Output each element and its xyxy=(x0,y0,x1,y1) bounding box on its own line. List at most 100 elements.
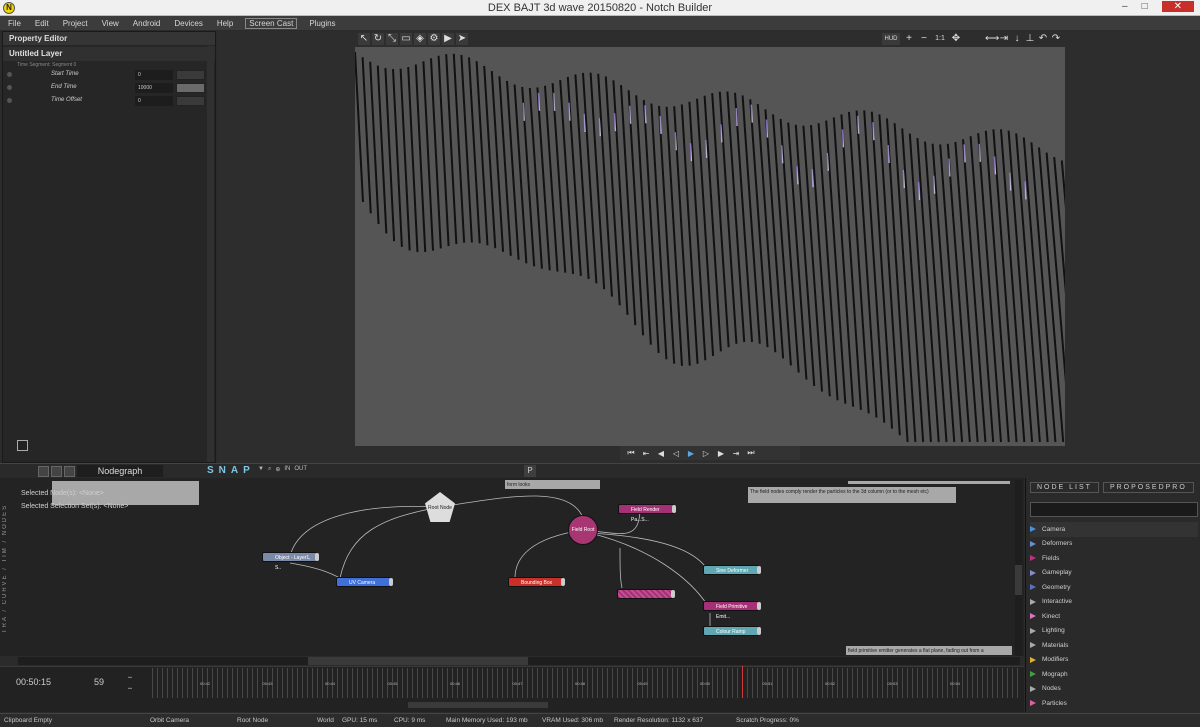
align-icon[interactable]: ⇥ xyxy=(998,33,1010,45)
menu-screen-cast[interactable]: Screen Cast xyxy=(245,17,298,29)
zoom-out-button[interactable]: − xyxy=(918,33,930,45)
move-tool-icon[interactable]: ↖ xyxy=(358,33,370,45)
node-category-fields[interactable]: Fields xyxy=(1030,551,1198,566)
copy-icon[interactable] xyxy=(38,466,49,477)
node-category-camera[interactable]: Camera xyxy=(1030,522,1198,537)
root-node-label: Root Node xyxy=(428,505,452,511)
keyframe-icon[interactable] xyxy=(7,85,12,90)
node-bounding-box[interactable]: Bounding Box xyxy=(508,577,565,587)
go-end-icon[interactable]: ⏭ xyxy=(745,448,757,458)
tab-proposed[interactable]: PROPOSEDPRO xyxy=(1102,482,1194,493)
search-icon[interactable]: ⌕ xyxy=(268,466,271,473)
menu-devices[interactable]: Devices xyxy=(172,18,204,29)
scroll-thumb[interactable] xyxy=(1015,565,1022,595)
keyframe-icon[interactable] xyxy=(7,98,12,103)
menu-project[interactable]: Project xyxy=(61,18,90,29)
zoom-in-button[interactable]: + xyxy=(903,33,915,45)
menu-view[interactable]: View xyxy=(100,18,121,29)
panel-toggle-icon[interactable] xyxy=(17,440,28,451)
snap-toggle[interactable]: SNAP xyxy=(207,465,255,476)
step-forward-icon[interactable]: ▷ xyxy=(700,449,712,458)
paste-icon[interactable] xyxy=(51,466,62,477)
zoom-icon[interactable]: ⊕ xyxy=(275,466,280,473)
comment-box[interactable]: field primitive emitter generates a flat… xyxy=(846,646,1012,655)
node-category-kinect[interactable]: Kinect xyxy=(1030,609,1198,624)
node-field-primitive-emitter[interactable]: Field Primitive Emit... xyxy=(703,601,761,620)
node-uv-camera[interactable]: UV Camera xyxy=(336,577,393,587)
time-offset-field[interactable]: 0 xyxy=(135,96,173,106)
prop-label: Time Offset xyxy=(51,97,82,103)
zoom-reset-button[interactable]: 1:1 xyxy=(933,33,947,45)
vertical-panel-tabs[interactable]: TRA / CURVE / TIM / NODES xyxy=(2,482,15,654)
forward-icon[interactable]: ▶ xyxy=(715,449,727,458)
node-category-materials[interactable]: Materials xyxy=(1030,638,1198,653)
minimize-button[interactable]: – xyxy=(1122,1,1128,12)
play-tool-icon[interactable]: ▶ xyxy=(442,33,454,45)
end-time-field[interactable]: 10000 xyxy=(135,83,173,93)
start-time-field[interactable]: 0 xyxy=(135,70,173,80)
property-editor-header[interactable]: Property Editor xyxy=(3,32,215,45)
pin-button[interactable]: P xyxy=(524,465,536,477)
pan-icon[interactable]: ✥ xyxy=(950,33,962,45)
step-back-icon[interactable]: ◀ xyxy=(655,449,667,458)
step-back-key-icon[interactable]: ⇤ xyxy=(640,449,652,458)
hud-toggle[interactable]: HUD xyxy=(882,33,900,45)
nodegraph-hscrollbar[interactable] xyxy=(18,657,1020,665)
redo-icon[interactable]: ↷ xyxy=(1050,33,1062,45)
node-sine-deformer[interactable]: Sine Deformer xyxy=(703,565,761,575)
step-forward-key-icon[interactable]: ⇥ xyxy=(730,449,742,458)
rewind-icon[interactable]: ◁ xyxy=(670,449,682,458)
node-category-mograph[interactable]: Mograph xyxy=(1030,667,1198,682)
time-offset-slider[interactable] xyxy=(176,96,205,106)
go-start-icon[interactable]: ⏮ xyxy=(625,448,637,458)
nodegraph-vscrollbar[interactable] xyxy=(1015,480,1022,656)
maximize-button[interactable]: □ xyxy=(1142,1,1148,12)
scroll-thumb[interactable] xyxy=(308,657,528,665)
node-category-modifiers[interactable]: Modifiers xyxy=(1030,653,1198,668)
flatten-icon[interactable]: ⟷ xyxy=(985,33,999,45)
close-button[interactable]: ✕ xyxy=(1161,1,1194,12)
keyframe-icon[interactable] xyxy=(7,72,12,77)
node-search-input[interactable] xyxy=(1030,502,1198,517)
down-arrow-icon[interactable]: ↓ xyxy=(1011,33,1023,45)
camera-tool-icon[interactable]: ◈ xyxy=(414,33,426,45)
render-viewport[interactable] xyxy=(355,47,1065,446)
node-category-deformers[interactable]: Deformers xyxy=(1030,537,1198,552)
menu-file[interactable]: File xyxy=(6,18,23,29)
node-colour-ramp[interactable]: Colour Ramp xyxy=(703,626,761,636)
scale-tool-icon[interactable]: ⤡ xyxy=(386,33,398,45)
comment-box[interactable]: form looks xyxy=(505,480,600,489)
menu-help[interactable]: Help xyxy=(215,18,235,29)
comment-box[interactable]: The field nodes comply render the partic… xyxy=(748,487,956,503)
rotate-tool-icon[interactable]: ↻ xyxy=(372,33,384,45)
node-category-nodes[interactable]: Nodes xyxy=(1030,682,1198,697)
delete-icon[interactable] xyxy=(64,466,75,477)
node-category-particles[interactable]: Particles xyxy=(1030,696,1198,711)
node-category-geometry[interactable]: Geometry xyxy=(1030,580,1198,595)
in-button[interactable]: IN xyxy=(284,466,290,473)
play-icon[interactable]: ▶ xyxy=(685,449,697,458)
export-tool-icon[interactable]: ➤ xyxy=(456,33,468,45)
filter-icon[interactable]: ▼ xyxy=(258,466,264,473)
menu-edit[interactable]: Edit xyxy=(33,18,51,29)
node-object-layer[interactable]: Object - Layer1, S.. xyxy=(262,552,319,571)
select-tool-icon[interactable]: ▭ xyxy=(400,33,412,45)
property-editor-scrollbar[interactable] xyxy=(207,46,214,462)
node-disabled[interactable] xyxy=(617,589,675,599)
undo-icon[interactable]: ↶ xyxy=(1037,33,1049,45)
playhead[interactable] xyxy=(742,666,743,698)
render-tool-icon[interactable]: ⚙ xyxy=(428,33,440,45)
timeline-scrollbar[interactable] xyxy=(408,702,548,708)
menu-android[interactable]: Android xyxy=(131,18,163,29)
menu-plugins[interactable]: Plugins xyxy=(307,18,337,29)
anchor-icon[interactable]: ⊥ xyxy=(1024,33,1036,45)
node-category-interactive[interactable]: Interactive xyxy=(1030,595,1198,610)
start-time-slider[interactable] xyxy=(176,70,205,80)
end-time-slider[interactable] xyxy=(176,83,205,93)
out-button[interactable]: OUT xyxy=(294,466,307,473)
tab-node-list[interactable]: NODE LIST xyxy=(1030,482,1099,493)
node-field-render[interactable]: Field Render Pa...S... xyxy=(618,504,676,523)
node-category-gameplay[interactable]: Gameplay xyxy=(1030,566,1198,581)
node-category-lighting[interactable]: Lighting xyxy=(1030,624,1198,639)
selected-nodes-text: Selected Node(s): <None> xyxy=(21,490,104,497)
